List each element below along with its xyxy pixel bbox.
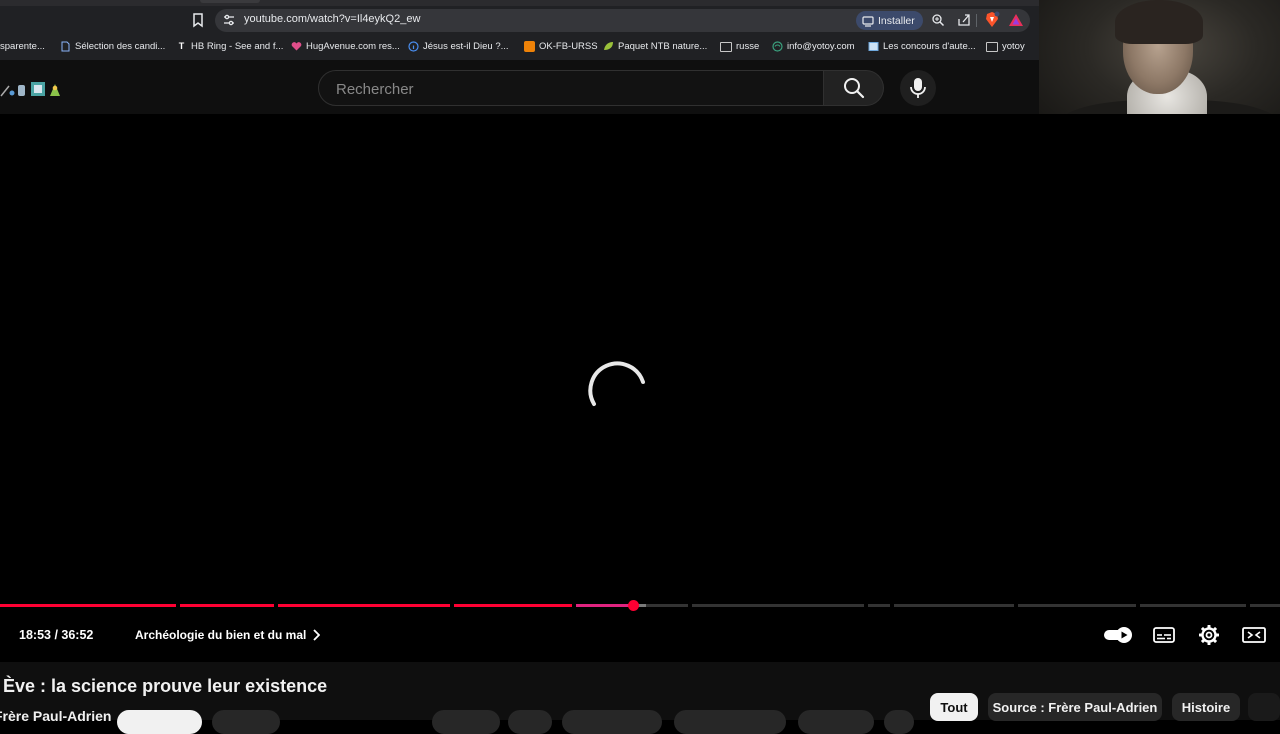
url-text[interactable]: youtube.com/watch?v=Il4eykQ2_ew	[244, 13, 420, 25]
leaf-icon	[604, 42, 613, 50]
search-button[interactable]	[824, 70, 884, 106]
played-fill	[576, 604, 634, 607]
chips-next-button[interactable]	[1248, 693, 1280, 721]
image-icon	[868, 42, 879, 51]
played-fill	[180, 604, 274, 607]
autoplay-toggle[interactable]	[1103, 624, 1135, 646]
install-label: Installer	[878, 14, 915, 27]
bookmark-label: Sélection des candi...	[75, 41, 166, 52]
chapter-title-button[interactable]: Archéologie du bien et du mal	[135, 628, 321, 642]
autoplay-toggle-icon	[1104, 627, 1132, 643]
save-button[interactable]	[674, 710, 786, 734]
theater-mode-icon	[1242, 627, 1266, 643]
chapter-segment[interactable]	[692, 604, 864, 607]
channel-name[interactable]: Frère Paul-Adrien	[0, 708, 111, 724]
search-input[interactable]	[334, 71, 808, 107]
bookmark-label: russe	[736, 41, 760, 52]
tab-strip-edge	[0, 0, 1039, 6]
heart-icon	[291, 42, 302, 51]
bookmark-label: yotoy	[1002, 41, 1025, 52]
dislike-button[interactable]	[508, 710, 552, 734]
share-icon[interactable]	[957, 13, 971, 27]
bookmark-item[interactable]: OK-FB-URSS	[524, 39, 598, 54]
chevron-right-icon	[313, 629, 321, 641]
bookmark-folder[interactable]: yotoy	[986, 39, 1025, 54]
brave-rewards-icon[interactable]	[1008, 12, 1024, 28]
toolbar-divider	[976, 14, 977, 27]
bookmark-item[interactable]: Sélection des candi...	[60, 39, 165, 54]
globe-icon	[772, 41, 783, 52]
settings-button[interactable]	[1196, 624, 1222, 646]
bookmark-item[interactable]: T HB Ring - See and f...	[176, 39, 284, 54]
bookmark-label: HB Ring - See and f...	[191, 41, 284, 52]
chapter-segment[interactable]	[0, 604, 176, 607]
like-button[interactable]	[432, 710, 500, 734]
subtitles-icon	[1153, 627, 1175, 643]
chapter-segment[interactable]	[1140, 604, 1246, 607]
bookmark-star-icon[interactable]	[191, 12, 205, 28]
bookmark-label: Jésus est-il Dieu ?...	[423, 41, 509, 52]
profile-emoji-icons	[0, 82, 60, 97]
folder-icon	[986, 41, 998, 52]
bookmark-label: HugAvenue.com res...	[306, 41, 400, 52]
bookmark-item[interactable]: info@yotoy.com	[772, 39, 855, 54]
chapter-segment[interactable]	[1250, 604, 1280, 607]
search-box	[318, 70, 824, 107]
site-info-icon[interactable]	[222, 13, 236, 27]
video-title: Ève : la science prouve leur existence	[3, 676, 328, 696]
chip-source[interactable]: Source : Frère Paul-Adrien	[988, 693, 1162, 721]
folder-icon	[720, 41, 732, 52]
chapter-segment[interactable]	[894, 604, 1014, 607]
played-fill	[278, 604, 450, 607]
chapter-segment[interactable]	[180, 604, 274, 607]
bookmark-item[interactable]: sparente...	[0, 39, 45, 54]
bookmark-item[interactable]: Paquet NTB nature...	[603, 39, 707, 54]
bookmark-label: Les concours d'aute...	[883, 41, 976, 52]
share-button[interactable]	[562, 710, 662, 734]
browser-toolbar: youtube.com/watch?v=Il4eykQ2_ew Installe…	[0, 0, 1039, 60]
chapter-segment[interactable]	[868, 604, 890, 607]
chip-all[interactable]: Tout	[930, 693, 978, 721]
info-icon	[408, 41, 419, 52]
bookmark-item[interactable]: Jésus est-il Dieu ?...	[408, 39, 509, 54]
ok-icon	[524, 41, 535, 52]
chapter-segment[interactable]	[1018, 604, 1136, 607]
bookmark-label: sparente...	[0, 41, 45, 52]
more-actions-button[interactable]	[884, 710, 914, 734]
subtitles-button[interactable]	[1151, 624, 1177, 646]
bookmark-folder[interactable]: russe	[720, 39, 759, 54]
time-display: 18:53 / 36:52	[19, 628, 94, 642]
chapter-segment[interactable]	[278, 604, 450, 607]
bookmark-label: info@yotoy.com	[787, 41, 855, 52]
played-fill	[454, 604, 572, 607]
search-icon	[843, 78, 864, 99]
loading-spinner-icon	[588, 361, 645, 406]
microphone-icon	[910, 78, 926, 98]
clip-button[interactable]	[798, 710, 874, 734]
install-app-button[interactable]: Installer	[856, 11, 923, 30]
bookmark-item[interactable]: HugAvenue.com res...	[291, 39, 400, 54]
chip-history[interactable]: Histoire	[1172, 693, 1240, 721]
chapter-title: Archéologie du bien et du mal	[135, 628, 307, 642]
progress-bar[interactable]	[0, 604, 1280, 607]
gear-icon	[1199, 625, 1219, 645]
webcam-person-hair	[1115, 0, 1203, 44]
zoom-icon[interactable]	[931, 13, 945, 27]
bookmark-label: Paquet NTB nature...	[618, 41, 708, 52]
bookmark-item[interactable]: Les concours d'aute...	[868, 39, 976, 54]
played-fill	[0, 604, 176, 607]
install-icon	[862, 15, 874, 27]
brave-shields-icon[interactable]	[984, 11, 1000, 28]
document-icon	[61, 41, 70, 52]
t-icon: T	[178, 41, 185, 51]
notification-bell-button[interactable]	[212, 710, 280, 734]
bookmark-label: OK-FB-URSS	[539, 41, 598, 52]
active-tab-edge[interactable]	[200, 0, 260, 3]
subscribe-button[interactable]	[117, 710, 202, 734]
theater-mode-button[interactable]	[1241, 624, 1267, 646]
voice-search-button[interactable]	[900, 70, 936, 106]
chapter-segment[interactable]	[454, 604, 572, 607]
bookmarks-bar: sparente... Sélection des candi... T HB R…	[0, 36, 1039, 56]
